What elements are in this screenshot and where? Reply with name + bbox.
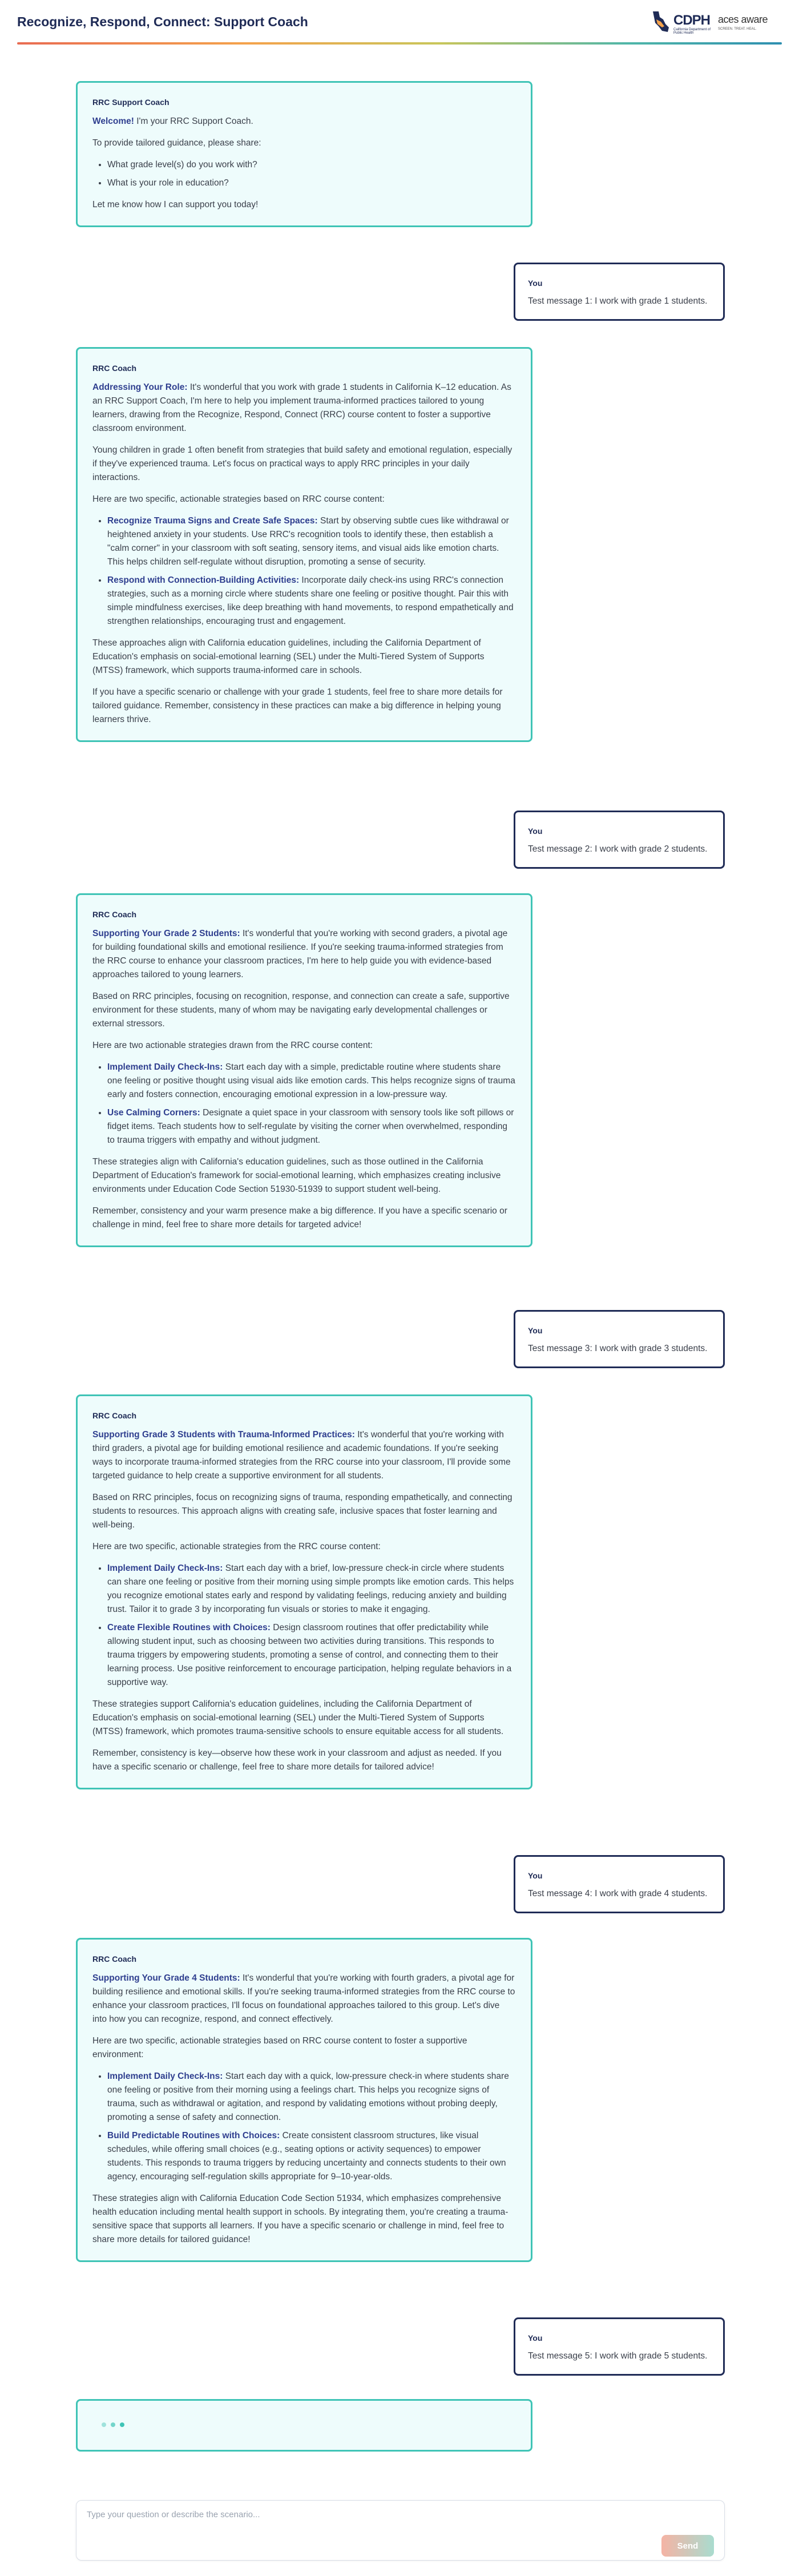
- message-paragraph: Here are two specific, actionable strate…: [92, 1542, 381, 1551]
- typing-dot: [120, 2422, 124, 2427]
- message-paragraph: Remember, consistency is key—observe how…: [92, 1748, 502, 1772]
- highlight-lead: Addressing Your Role:: [92, 382, 188, 392]
- message-input[interactable]: [86, 2509, 602, 2534]
- sender-label: RRC Coach: [92, 910, 137, 919]
- strategy-title: Build Predictable Routines with Choices:: [107, 2131, 280, 2140]
- strategy-title: Implement Daily Check-Ins:: [107, 1563, 223, 1573]
- list-item: Recognize Trauma Signs and Create Safe S…: [107, 514, 516, 569]
- cdph-wordmark: CDPH: [673, 13, 711, 28]
- message-paragraph: Here are two specific, actionable strate…: [92, 2036, 467, 2059]
- user-message-text: Test message 2: I work with grade 2 stud…: [528, 844, 708, 854]
- message-paragraph: Supporting Your Grade 2 Students: It's w…: [92, 927, 516, 982]
- list-item: Use Calming Corners: Designate a quiet s…: [107, 1106, 516, 1147]
- message-paragraph: If you have a specific scenario or chall…: [92, 687, 503, 724]
- highlight-lead: Supporting Your Grade 4 Students:: [92, 1973, 240, 1983]
- header-gradient-divider: [17, 42, 782, 45]
- strategy-list: Recognize Trauma Signs and Create Safe S…: [92, 514, 516, 628]
- list-item: Implement Daily Check-Ins: Start each da…: [107, 1562, 516, 1616]
- sender-label: RRC Coach: [92, 1954, 137, 1964]
- sender-label: RRC Support Coach: [92, 98, 170, 107]
- message-paragraph: Let me know how I can support you today!: [92, 200, 259, 209]
- strategy-title: Create Flexible Routines with Choices:: [107, 1623, 271, 1632]
- highlight-lead: Supporting Your Grade 2 Students:: [92, 929, 240, 938]
- strategy-title: Recognize Trauma Signs and Create Safe S…: [107, 516, 318, 526]
- message-paragraph: Supporting Your Grade 4 Students: It's w…: [92, 1972, 516, 2026]
- user-message-text: Test message 3: I work with grade 3 stud…: [528, 1344, 708, 1353]
- list-item: Implement Daily Check-Ins: Start each da…: [107, 1061, 516, 1102]
- sender-label: You: [528, 279, 543, 288]
- message-paragraph: Based on RRC principles, focus on recogn…: [92, 1493, 513, 1530]
- aces-tagline: SCREEN. TREAT. HEAL.: [718, 27, 757, 31]
- strategy-title: Use Calming Corners:: [107, 1108, 200, 1118]
- strategy-list: Implement Daily Check-Ins: Start each da…: [92, 1562, 516, 1690]
- cdph-logo: CDPH California Department of Public Hea…: [651, 10, 713, 35]
- message-paragraph: These approaches align with California e…: [92, 638, 485, 675]
- strategy-list: Implement Daily Check-Ins: Start each da…: [92, 1061, 516, 1147]
- typing-indicator: [76, 2399, 532, 2452]
- user-message-text: Test message 1: I work with grade 1 stud…: [528, 296, 708, 306]
- list-item: What grade level(s) do you work with?: [107, 158, 516, 172]
- sender-label: RRC Coach: [92, 364, 137, 373]
- message-paragraph: To provide tailored guidance, please sha…: [92, 138, 261, 148]
- user-message-5: You Test message 5: I work with grade 5 …: [514, 2317, 725, 2376]
- message-paragraph: These strategies align with California E…: [92, 2194, 509, 2244]
- list-item: What is your role in education?: [107, 176, 516, 190]
- user-message-3: You Test message 3: I work with grade 3 …: [514, 1310, 725, 1368]
- app-header: Recognize, Respond, Connect: Support Coa…: [0, 0, 799, 45]
- list-item: Implement Daily Check-Ins: Start each da…: [107, 2070, 516, 2125]
- user-message-text: Test message 5: I work with grade 5 stud…: [528, 2351, 708, 2361]
- message-paragraph: Supporting Grade 3 Students with Trauma-…: [92, 1428, 516, 1483]
- app-title: Recognize, Respond, Connect: Support Coa…: [17, 14, 308, 29]
- highlight-lead: Supporting Grade 3 Students with Trauma-…: [92, 1430, 355, 1440]
- message-paragraph: Here are two actionable strategies drawn…: [92, 1041, 373, 1050]
- strategy-title: Implement Daily Check-Ins:: [107, 2071, 223, 2081]
- message-composer: Send: [76, 2500, 725, 2561]
- partner-logos: CDPH California Department of Public Hea…: [651, 10, 776, 35]
- user-message-1: You Test message 1: I work with grade 1 …: [514, 263, 725, 321]
- message-paragraph: These strategies align with California's…: [92, 1157, 501, 1194]
- aces-wordmark: aces aware: [718, 14, 768, 25]
- strategy-list: Implement Daily Check-Ins: Start each da…: [92, 2070, 516, 2184]
- bot-message-1: RRC Coach Addressing Your Role: It's won…: [76, 347, 532, 742]
- welcome-paragraph: Welcome! I'm your RRC Support Coach.: [92, 115, 516, 128]
- cdph-subtitle: California Department of Public Health: [673, 28, 711, 35]
- strategy-title: Implement Daily Check-Ins:: [107, 1062, 223, 1072]
- bot-message-welcome: RRC Support Coach Welcome! I'm your RRC …: [76, 81, 532, 227]
- message-paragraph: Here are two specific, actionable strate…: [92, 494, 385, 504]
- sender-label: You: [528, 827, 543, 836]
- sender-label: RRC Coach: [92, 1411, 137, 1420]
- sender-label: You: [528, 2333, 543, 2343]
- user-message-4: You Test message 4: I work with grade 4 …: [514, 1855, 725, 1913]
- sender-label: You: [528, 1326, 543, 1335]
- bot-message-4: RRC Coach Supporting Your Grade 4 Studen…: [76, 1938, 532, 2262]
- welcome-rest: I'm your RRC Support Coach.: [134, 116, 253, 126]
- message-paragraph: Young children in grade 1 often benefit …: [92, 445, 513, 482]
- user-message-2: You Test message 2: I work with grade 2 …: [514, 811, 725, 869]
- list-item: Create Flexible Routines with Choices: D…: [107, 1621, 516, 1690]
- list-item: Build Predictable Routines with Choices:…: [107, 2129, 516, 2184]
- message-paragraph: Addressing Your Role: It's wonderful tha…: [92, 381, 516, 436]
- strategy-title: Respond with Connection-Building Activit…: [107, 575, 300, 585]
- user-message-text: Test message 4: I work with grade 4 stud…: [528, 1889, 708, 1898]
- typing-dot: [102, 2422, 106, 2427]
- welcome-lead: Welcome!: [92, 116, 134, 126]
- message-paragraph: Remember, consistency and your warm pres…: [92, 1206, 507, 1229]
- message-paragraph: Based on RRC principles, focusing on rec…: [92, 991, 510, 1029]
- bot-message-2: RRC Coach Supporting Your Grade 2 Studen…: [76, 893, 532, 1247]
- typing-dot: [111, 2422, 115, 2427]
- message-paragraph: These strategies support California's ed…: [92, 1699, 504, 1736]
- bot-message-3: RRC Coach Supporting Grade 3 Students wi…: [76, 1394, 532, 1789]
- question-list: What grade level(s) do you work with? Wh…: [92, 158, 516, 190]
- sender-label: You: [528, 1871, 543, 1880]
- aces-aware-logo: aces aware SCREEN. TREAT. HEAL.: [718, 14, 775, 34]
- list-item: Respond with Connection-Building Activit…: [107, 574, 516, 628]
- send-button[interactable]: Send: [661, 2535, 714, 2557]
- california-bear-icon: [653, 11, 669, 32]
